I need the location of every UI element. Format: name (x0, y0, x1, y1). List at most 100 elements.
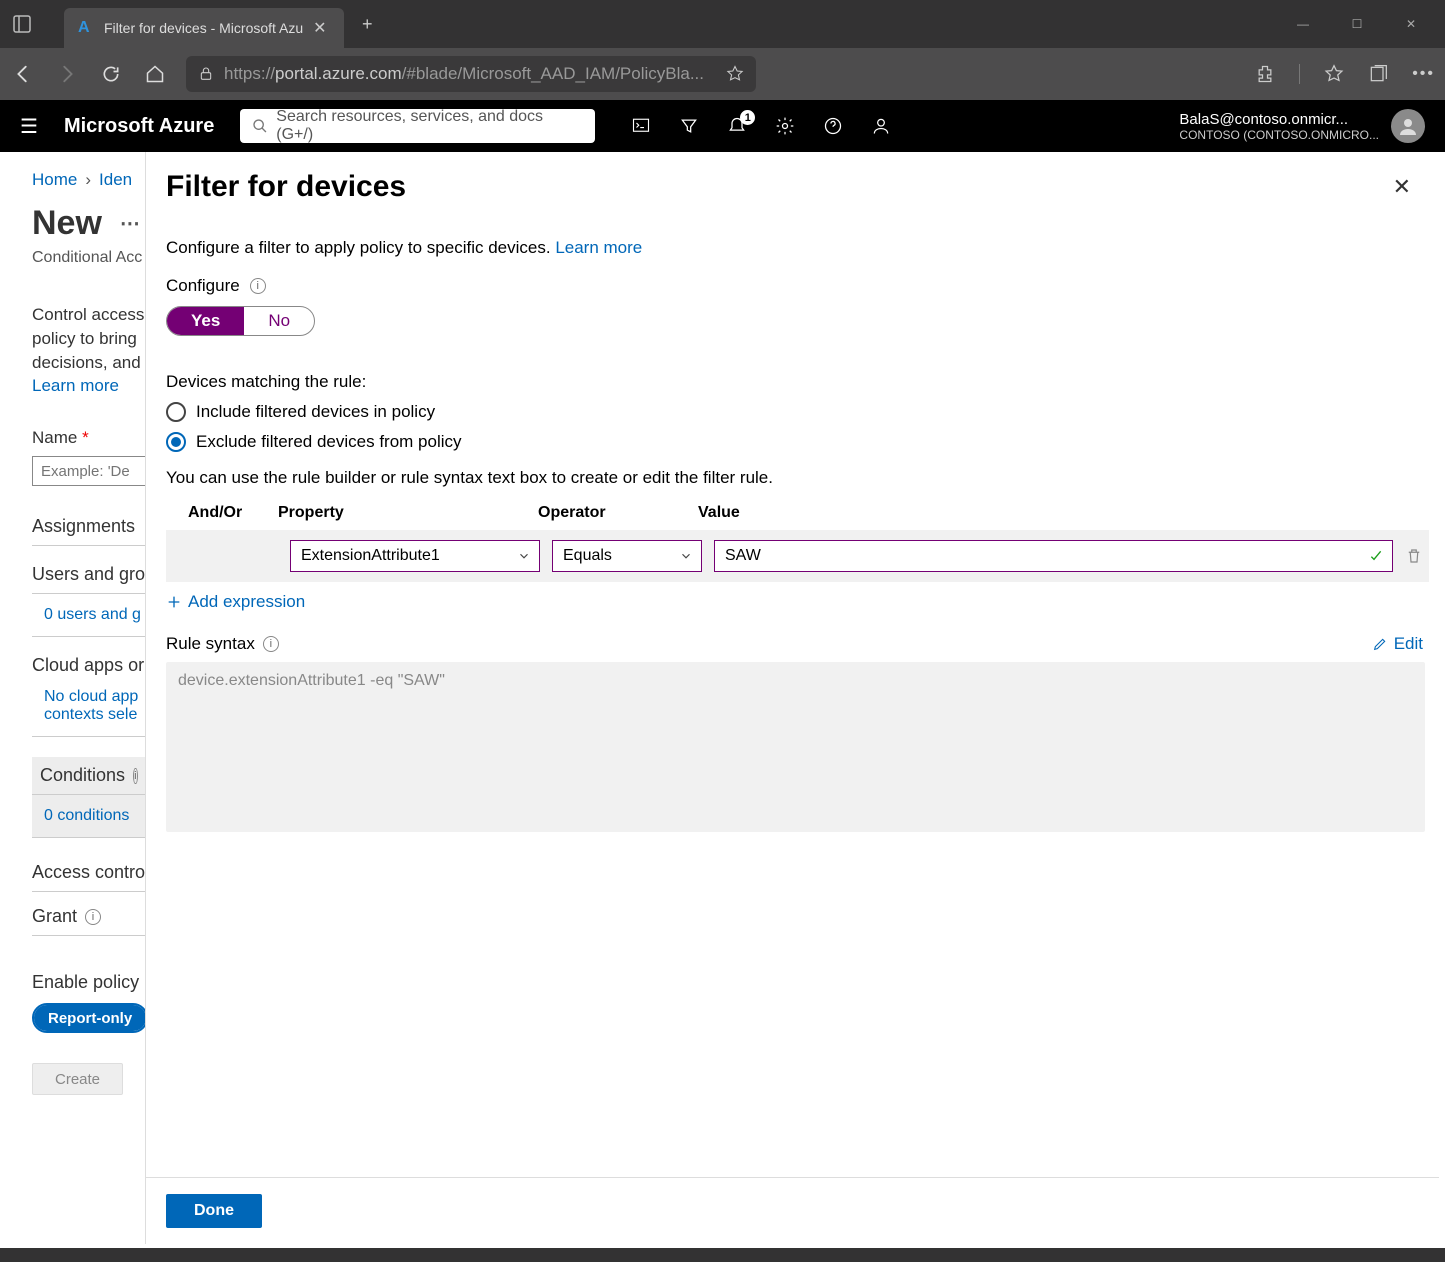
refresh-button[interactable] (98, 61, 124, 87)
info-icon[interactable]: i (263, 636, 279, 652)
done-button[interactable]: Done (166, 1194, 262, 1228)
check-icon (1368, 548, 1384, 564)
page-title-more-icon[interactable]: ⋯ (120, 211, 140, 236)
favorite-icon[interactable] (726, 65, 744, 83)
conditions-summary[interactable]: 0 conditions (32, 795, 145, 838)
cloud-apps-summary[interactable]: No cloud app (44, 688, 145, 706)
delete-row-button[interactable] (1405, 547, 1423, 565)
page-title: New (32, 204, 102, 243)
enable-policy-toggle[interactable]: Report-only (32, 1003, 145, 1033)
property-select[interactable]: ExtensionAttribute1 (290, 540, 540, 572)
add-expression-button[interactable]: Add expression (166, 592, 1429, 612)
edit-syntax-button[interactable]: Edit (1372, 634, 1423, 654)
col-andor: And/Or (188, 504, 278, 522)
toggle-no[interactable]: No (244, 307, 314, 335)
new-tab-button[interactable]: + (348, 14, 387, 35)
assignments-heading: Assignments (32, 516, 145, 546)
exclude-radio-row[interactable]: Exclude filtered devices from policy (166, 432, 1429, 452)
account-menu[interactable]: BalaS@contoso.onmicr... CONTOSO (CONTOSO… (1179, 109, 1425, 143)
learn-more-link[interactable]: Learn more (555, 238, 642, 257)
operator-select[interactable]: Equals (552, 540, 702, 572)
col-property: Property (278, 504, 538, 522)
address-bar[interactable]: https://portal.azure.com/#blade/Microsof… (186, 56, 756, 92)
enable-report-only[interactable]: Report-only (34, 1005, 145, 1031)
page-subtitle: Conditional Acc (32, 249, 145, 267)
lock-icon (198, 66, 214, 82)
access-controls-heading: Access contro (32, 862, 145, 892)
cloud-apps-summary2[interactable]: contexts sele (44, 706, 145, 724)
window-close-button[interactable]: ✕ (1397, 17, 1425, 31)
back-button[interactable] (10, 61, 36, 87)
sidebar-toggle-icon[interactable] (10, 12, 34, 36)
col-operator: Operator (538, 504, 698, 522)
cloud-shell-icon[interactable] (631, 117, 651, 135)
divider (1299, 64, 1300, 84)
close-tab-icon[interactable]: ✕ (313, 18, 326, 38)
include-radio-label: Include filtered devices in policy (196, 402, 435, 422)
azure-favicon-icon: A (78, 19, 94, 37)
extensions-icon[interactable] (1255, 64, 1275, 84)
help-icon[interactable] (823, 116, 843, 136)
toggle-yes[interactable]: Yes (167, 307, 244, 335)
exclude-radio-label: Exclude filtered devices from policy (196, 432, 462, 452)
account-tenant: CONTOSO (CONTOSO.ONMICRO... (1179, 128, 1379, 142)
name-label: Name (32, 428, 77, 447)
menu-button[interactable]: ☰ (20, 114, 38, 139)
window-minimize-button[interactable]: — (1289, 17, 1317, 31)
enable-policy-label: Enable policy (32, 972, 145, 993)
radio-unchecked-icon[interactable] (166, 402, 186, 422)
settings-icon[interactable] (775, 116, 795, 136)
url-text: https://portal.azure.com/#blade/Microsof… (224, 64, 716, 84)
forward-button (54, 61, 80, 87)
match-rule-heading: Devices matching the rule: (166, 372, 1429, 392)
info-icon[interactable]: i (85, 909, 101, 925)
home-button[interactable] (142, 61, 168, 87)
global-search[interactable]: Search resources, services, and docs (G+… (240, 109, 595, 143)
more-icon[interactable]: ••• (1412, 65, 1435, 83)
create-button[interactable]: Create (32, 1063, 123, 1095)
blade-intro: Configure a filter to apply policy to sp… (166, 238, 555, 257)
configure-toggle[interactable]: Yes No (166, 306, 315, 336)
pencil-icon (1372, 636, 1388, 652)
value-input[interactable]: SAW (714, 540, 1393, 572)
browser-tab[interactable]: A Filter for devices - Microsoft Azu ✕ (64, 8, 344, 48)
users-summary[interactable]: 0 users and g (32, 594, 145, 637)
plus-icon (166, 594, 182, 610)
policy-name-input[interactable] (32, 456, 145, 486)
breadcrumb-identity[interactable]: Iden (99, 170, 132, 190)
notifications-icon[interactable]: 1 (727, 116, 747, 136)
filter-for-devices-blade: Filter for devices ✕ Configure a filter … (145, 152, 1439, 1244)
cloud-apps-heading[interactable]: Cloud apps or (32, 655, 145, 684)
chevron-down-icon (679, 549, 693, 563)
favorites-icon[interactable] (1324, 64, 1344, 84)
window-maximize-button[interactable]: ☐ (1343, 17, 1371, 31)
radio-checked-icon[interactable] (166, 432, 186, 452)
feedback-icon[interactable] (871, 116, 891, 136)
helper-text: You can use the rule builder or rule syn… (166, 468, 1429, 488)
chevron-down-icon (517, 549, 531, 563)
close-blade-button[interactable]: ✕ (1393, 174, 1411, 200)
azure-brand[interactable]: Microsoft Azure (64, 115, 214, 138)
include-radio-row[interactable]: Include filtered devices in policy (166, 402, 1429, 422)
info-icon[interactable]: i (133, 768, 137, 784)
collections-icon[interactable] (1368, 64, 1388, 84)
desc-line: policy to bring (32, 327, 145, 351)
directory-filter-icon[interactable] (679, 116, 699, 136)
notification-badge: 1 (740, 110, 755, 125)
users-heading[interactable]: Users and grou (32, 564, 145, 594)
avatar-icon (1391, 109, 1425, 143)
desc-line: decisions, and (32, 351, 145, 375)
col-value: Value (698, 504, 1423, 522)
breadcrumb-home[interactable]: Home (32, 170, 77, 190)
learn-more-link[interactable]: Learn more (32, 374, 145, 398)
rule-syntax-label: Rule syntax (166, 634, 255, 654)
search-icon (252, 118, 268, 134)
desc-line: Control access (32, 303, 145, 327)
info-icon[interactable]: i (250, 278, 266, 294)
conditions-heading[interactable]: Conditions (40, 765, 125, 786)
rule-row: ExtensionAttribute1 Equals SAW (166, 530, 1429, 582)
grant-heading[interactable]: Grant (32, 906, 77, 927)
configure-label: Configure (166, 276, 240, 296)
rule-syntax-box[interactable]: device.extensionAttribute1 -eq "SAW" (166, 662, 1425, 832)
account-email: BalaS@contoso.onmicr... (1179, 111, 1379, 128)
